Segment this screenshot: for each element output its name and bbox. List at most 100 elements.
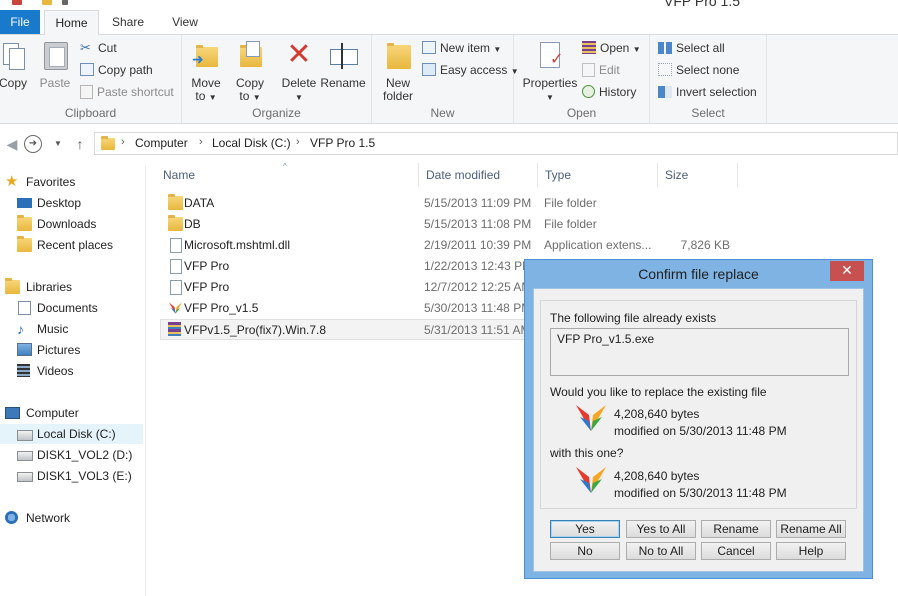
select-all-button[interactable]: Select all xyxy=(658,38,725,58)
copy-to-button[interactable]: Copy to ▼ xyxy=(230,39,270,104)
existing-file-size: 4,208,640 bytes xyxy=(614,407,700,421)
yes-to-all-button[interactable]: Yes to All xyxy=(626,520,696,538)
new-group: New folder New item ▼ Easy access ▼ New xyxy=(372,35,519,123)
file-row[interactable]: DB 5/15/2013 11:08 PM File folder xyxy=(160,214,898,235)
tab-home[interactable]: Home xyxy=(44,10,99,36)
dialog-body: The following file already exists VFP Pr… xyxy=(533,288,864,572)
delete-button[interactable]: ✕ Delete ▼ xyxy=(278,39,319,104)
column-header-size[interactable]: Size xyxy=(658,163,738,187)
rename-button[interactable]: Rename xyxy=(320,39,366,90)
tab-file[interactable]: File xyxy=(0,10,40,34)
butterfly-app-icon xyxy=(168,302,183,314)
replacement-file-modified: modified on 5/30/2013 11:48 PM xyxy=(614,486,787,500)
window-title: VFP Pro 1.5 xyxy=(664,0,741,9)
edit-icon xyxy=(582,62,595,77)
navigation-pane: ★ Favorites Desktop Downloads Recent pla… xyxy=(0,165,146,596)
quick-access-new-folder-icon[interactable] xyxy=(42,0,52,5)
select-group: Select all Select none Invert selection … xyxy=(650,35,767,123)
forward-arrow-icon[interactable]: ➜ xyxy=(24,135,42,153)
quick-access-properties-icon[interactable] xyxy=(12,0,22,5)
close-icon[interactable]: ✕ xyxy=(830,261,864,281)
select-none-icon xyxy=(658,63,672,77)
back-arrow-icon[interactable]: ◀ xyxy=(2,134,22,154)
open-group: ✓ Properties ▼ Open ▼ Edit History Open xyxy=(514,35,650,123)
generic-file-icon xyxy=(170,259,182,274)
select-none-button[interactable]: Select none xyxy=(658,60,739,80)
drive-icon xyxy=(17,430,33,441)
folder-icon xyxy=(101,136,115,150)
with-this-one-text: with this one? xyxy=(550,446,624,460)
recent-places-icon xyxy=(17,236,32,252)
dialog-title: Confirm file replace xyxy=(638,266,759,282)
paste-button[interactable]: Paste xyxy=(38,39,72,90)
move-to-button[interactable]: ➜ Move to ▼ xyxy=(186,39,226,104)
breadcrumb-separator-icon: › xyxy=(121,136,125,148)
cancel-button[interactable]: Cancel xyxy=(701,542,771,560)
organize-group: ➜ Move to ▼ Copy to ▼ ✕ Delete ▼ Rename … xyxy=(182,35,372,123)
new-item-button[interactable]: New item ▼ xyxy=(422,38,501,58)
rename-icon xyxy=(327,39,359,71)
no-to-all-button[interactable]: No to All xyxy=(626,542,696,560)
paste-shortcut-button[interactable]: Paste shortcut xyxy=(80,82,174,102)
new-folder-button[interactable]: New folder xyxy=(378,39,418,103)
drive-icon xyxy=(17,472,33,482)
move-to-folder-icon: ➜ xyxy=(190,39,222,71)
breadcrumb-local-disk[interactable]: Local Disk (C:) xyxy=(212,136,291,150)
exists-text: The following file already exists xyxy=(550,311,717,325)
column-header-type[interactable]: Type xyxy=(538,163,658,187)
cut-button[interactable]: ✂ Cut xyxy=(80,38,117,58)
ribbon-tabs: File Home Share View xyxy=(0,10,898,36)
network-icon xyxy=(5,511,18,524)
dll-file-icon xyxy=(170,238,182,253)
history-button[interactable]: History xyxy=(582,82,636,102)
tab-share[interactable]: Share xyxy=(102,10,154,34)
title-bar: VFP Pro 1.5 xyxy=(0,0,898,10)
computer-icon xyxy=(5,407,20,419)
generic-file-icon xyxy=(170,280,182,295)
invert-selection-button[interactable]: Invert selection xyxy=(658,82,757,102)
recent-locations-chevron-icon[interactable]: ▼ xyxy=(48,134,68,154)
no-button[interactable]: No xyxy=(550,542,620,560)
downloads-icon xyxy=(17,215,32,231)
help-button[interactable]: Help xyxy=(776,542,846,560)
copy-path-button[interactable]: Copy path xyxy=(80,60,153,80)
breadcrumb-vfp-pro[interactable]: VFP Pro 1.5 xyxy=(310,136,375,150)
open-icon xyxy=(582,41,596,55)
quick-access-dropdown-icon[interactable] xyxy=(62,0,68,5)
yes-button[interactable]: Yes xyxy=(550,520,620,538)
file-row[interactable]: Microsoft.mshtml.dll 2/19/2011 10:39 PM … xyxy=(160,235,898,256)
properties-button[interactable]: ✓ Properties ▼ xyxy=(520,39,580,104)
history-icon xyxy=(582,85,595,99)
drive-icon xyxy=(17,451,33,461)
replacement-file-size: 4,208,640 bytes xyxy=(614,469,700,483)
clipboard-caption: Clipboard xyxy=(64,106,117,120)
ribbon: Copy Paste ✂ Cut Copy path Paste shortcut… xyxy=(0,35,898,124)
column-header-name[interactable]: Name ^ xyxy=(156,162,418,187)
butterfly-app-icon xyxy=(576,405,606,431)
filename-box: VFP Pro_v1.5.exe xyxy=(550,328,849,376)
sort-ascending-icon: ^ xyxy=(283,162,287,171)
replace-question: Would you like to replace the existing f… xyxy=(550,385,767,399)
open-button[interactable]: Open ▼ xyxy=(582,38,641,58)
file-row[interactable]: VFPv1.5_Pro(fix7).Win.7.8 5/31/2013 11:5… xyxy=(160,319,540,340)
rename-all-button[interactable]: Rename All xyxy=(776,520,846,538)
breadcrumb-separator-icon: › xyxy=(199,136,203,148)
copy-button[interactable]: Copy xyxy=(0,39,32,90)
scissors-icon: ✂ xyxy=(80,39,91,55)
tab-view[interactable]: View xyxy=(160,10,210,34)
easy-access-button[interactable]: Easy access ▼ xyxy=(422,60,519,80)
edit-button[interactable]: Edit xyxy=(582,60,620,80)
breadcrumb-computer[interactable]: Computer xyxy=(135,136,188,150)
file-row[interactable]: DATA 5/15/2013 11:09 PM File folder xyxy=(160,193,898,214)
rename-button[interactable]: Rename xyxy=(701,520,771,538)
paste-shortcut-icon xyxy=(80,84,93,99)
up-arrow-icon[interactable]: ↑ xyxy=(70,134,90,154)
address-bar[interactable]: › Computer › Local Disk (C:) › VFP Pro 1… xyxy=(94,132,898,155)
star-icon: ★ xyxy=(5,173,19,190)
nav-local-disk-c[interactable]: Local Disk (C:) xyxy=(0,424,143,444)
column-header-date[interactable]: Date modified xyxy=(418,163,538,187)
organize-caption: Organize xyxy=(252,106,301,120)
butterfly-app-icon xyxy=(576,467,606,493)
folder-icon xyxy=(168,194,183,210)
music-note-icon: ♪ xyxy=(17,321,24,337)
